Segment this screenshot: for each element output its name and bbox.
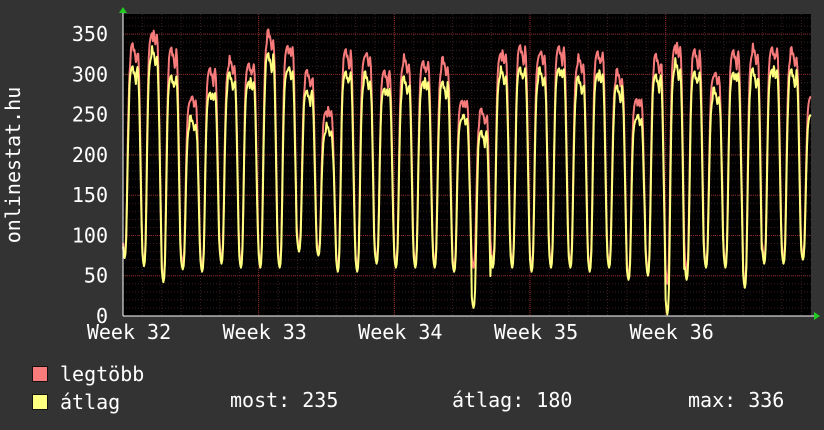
legend-avg-label: átlag bbox=[60, 390, 121, 414]
stat-now: most: 235 bbox=[230, 388, 339, 412]
y-tick-label: 350 bbox=[72, 22, 108, 46]
y-tick-label: 250 bbox=[72, 103, 108, 127]
y-tick-label: 300 bbox=[72, 62, 108, 86]
x-tick-label: Week 35 bbox=[494, 320, 578, 344]
y-tick-label: 50 bbox=[84, 264, 108, 288]
legend-max-swatch bbox=[32, 366, 48, 382]
stat-average: átlag: 180 bbox=[452, 388, 573, 412]
plot-background bbox=[123, 14, 811, 316]
legend-max: legtöbb bbox=[32, 362, 144, 386]
x-tick-label: Week 32 bbox=[87, 320, 171, 344]
legend-avg: átlag bbox=[32, 390, 120, 414]
y-tick-label: 150 bbox=[72, 183, 108, 207]
x-tick-label: Week 36 bbox=[629, 320, 713, 344]
y-tick-label: 200 bbox=[72, 143, 108, 167]
y-tick-labels: 050100150200250300350 bbox=[72, 22, 108, 328]
legend-avg-swatch bbox=[32, 394, 48, 410]
x-axis-arrow bbox=[814, 312, 820, 320]
y-axis-arrow bbox=[119, 7, 127, 13]
legend-max-label: legtöbb bbox=[60, 362, 145, 386]
y-tick-label: 100 bbox=[72, 223, 108, 247]
y-axis-label: onlinestat.hu bbox=[1, 87, 25, 244]
stat-max: max: 336 bbox=[688, 388, 785, 412]
x-tick-label: Week 34 bbox=[358, 320, 442, 344]
x-tick-label: Week 33 bbox=[223, 320, 307, 344]
x-tick-labels: Week 32 Week 33 Week 34 Week 35 Week 36 bbox=[87, 320, 714, 344]
